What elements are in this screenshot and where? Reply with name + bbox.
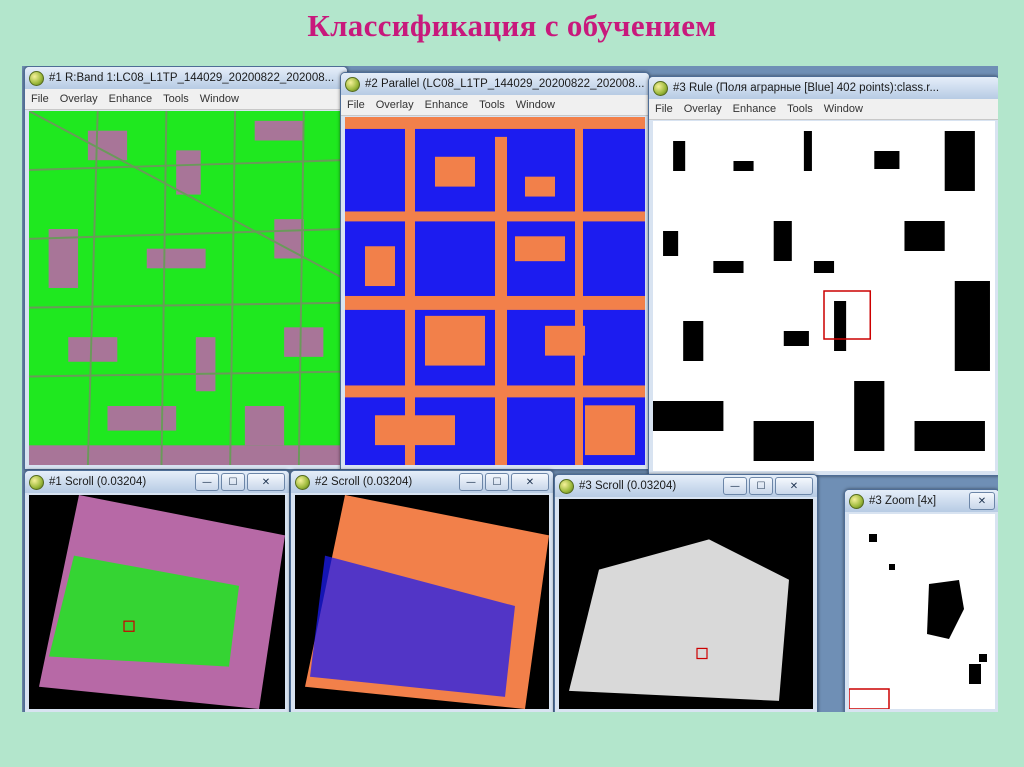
menu-window[interactable]: Window [516,99,555,111]
window-controls: — ☐ ✕ [723,477,813,495]
rule-image-canvas[interactable] [653,121,995,471]
zoom-window[interactable]: #3 Zoom [4x] ✕ [844,489,998,712]
parallel-scroll-window[interactable]: #2 Scroll (0.03204) — ☐ ✕ [290,470,554,712]
menu-tools[interactable]: Tools [163,93,189,105]
rule-image-window[interactable]: #3 Rule (Поля аграрные [Blue] 402 points… [648,76,998,476]
zoom-image [849,514,995,709]
parallel-classification-window[interactable]: #2 Parallel (LC08_L1TP_144029_20200822_2… [340,72,650,470]
envi-screenshot: #1 R:Band 1:LC08_L1TP_144029_20200822_20… [22,66,998,712]
minimize-button[interactable]: — [459,473,483,491]
scroll3-titlebar[interactable]: #3 Scroll (0.03204) — ☐ ✕ [555,475,817,497]
scroll2-titlebar[interactable]: #2 Scroll (0.03204) — ☐ ✕ [291,471,553,493]
window-controls: ✕ [969,492,995,510]
band-window-menubar: File Overlay Enhance Tools Window [25,89,347,110]
scroll2-title: #2 Scroll (0.03204) [315,476,413,488]
menu-overlay[interactable]: Overlay [60,93,98,105]
envi-globe-icon [29,70,44,86]
band-image-canvas[interactable] [29,111,343,465]
maximize-button[interactable]: ☐ [749,477,773,495]
rule-window-titlebar[interactable]: #3 Rule (Поля аграрные [Blue] 402 points… [649,77,998,99]
menu-overlay[interactable]: Overlay [376,99,414,111]
scroll1-titlebar[interactable]: #1 Scroll (0.03204) — ☐ ✕ [25,471,289,493]
parallel-classified-image [345,117,645,465]
close-button[interactable]: ✕ [775,477,813,495]
menu-file[interactable]: File [347,99,365,111]
menu-file[interactable]: File [31,93,49,105]
minimize-button[interactable]: — [195,473,219,491]
envi-globe-icon [653,80,668,96]
menu-tools[interactable]: Tools [479,99,505,111]
close-button[interactable]: ✕ [247,473,285,491]
rule-scroll-window[interactable]: #3 Scroll (0.03204) — ☐ ✕ [554,474,818,712]
parallel-image-canvas[interactable] [345,117,645,465]
envi-globe-icon [295,474,310,490]
envi-globe-icon [559,478,574,494]
band-scroll-window[interactable]: #1 Scroll (0.03204) — ☐ ✕ [24,470,290,712]
close-button[interactable]: ✕ [511,473,549,491]
rule-window-title: #3 Rule (Поля аграрные [Blue] 402 points… [673,82,940,94]
close-button[interactable]: ✕ [969,492,995,510]
rule-scroll-overview [559,499,813,709]
envi-globe-icon [849,493,864,509]
band-scroll-overview [29,495,285,709]
zoom-title: #3 Zoom [4x] [869,495,937,507]
scroll1-title: #1 Scroll (0.03204) [49,476,147,488]
parallel-scroll-overview [295,495,549,709]
menu-file[interactable]: File [655,103,673,115]
scroll2-canvas[interactable] [295,495,549,709]
scroll3-title: #3 Scroll (0.03204) [579,480,677,492]
zoom-titlebar[interactable]: #3 Zoom [4x] ✕ [845,490,998,512]
parallel-window-titlebar[interactable]: #2 Parallel (LC08_L1TP_144029_20200822_2… [341,73,649,95]
menu-tools[interactable]: Tools [787,103,813,115]
maximize-button[interactable]: ☐ [221,473,245,491]
window-controls: — ☐ ✕ [195,473,285,491]
envi-globe-icon [29,474,44,490]
band-image-window[interactable]: #1 R:Band 1:LC08_L1TP_144029_20200822_20… [24,66,348,470]
menu-overlay[interactable]: Overlay [684,103,722,115]
band-window-titlebar[interactable]: #1 R:Band 1:LC08_L1TP_144029_20200822_20… [25,67,347,89]
menu-window[interactable]: Window [200,93,239,105]
band-window-title: #1 R:Band 1:LC08_L1TP_144029_20200822_20… [49,72,335,84]
scroll3-canvas[interactable] [559,499,813,709]
parallel-window-title: #2 Parallel (LC08_L1TP_144029_20200822_2… [365,78,645,90]
window-controls: — ☐ ✕ [459,473,549,491]
rule-binary-image [653,121,995,471]
band-satellite-image [29,111,343,465]
parallel-window-menubar: File Overlay Enhance Tools Window [341,95,649,116]
slide-title: Классификация с обучением [307,8,717,43]
menu-enhance[interactable]: Enhance [733,103,776,115]
menu-enhance[interactable]: Enhance [425,99,468,111]
envi-globe-icon [345,76,360,92]
rule-window-menubar: File Overlay Enhance Tools Window [649,99,998,120]
maximize-button[interactable]: ☐ [485,473,509,491]
zoom-canvas[interactable] [849,514,995,709]
scroll1-canvas[interactable] [29,495,285,709]
menu-enhance[interactable]: Enhance [109,93,152,105]
minimize-button[interactable]: — [723,477,747,495]
menu-window[interactable]: Window [824,103,863,115]
